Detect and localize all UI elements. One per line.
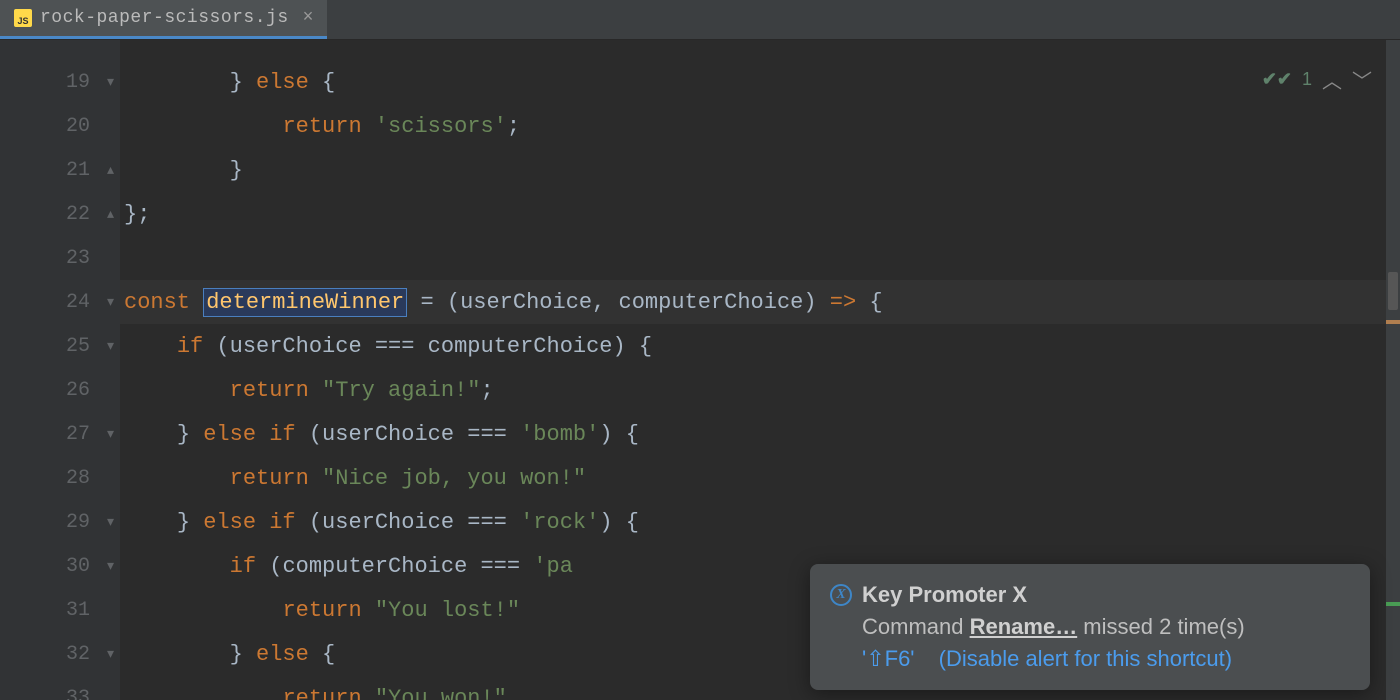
line-number: 21 [66, 159, 90, 182]
code-editor[interactable]: 19▾ 20 21▴ 22▴ 23 24▾ 25▾ 26 27▾ 28 29▾ … [0, 40, 1400, 700]
code-line[interactable]: if (userChoice === computerChoice) { [120, 324, 1400, 368]
code-line[interactable]: } else if (userChoice === 'rock') { [120, 500, 1400, 544]
inspection-check-icon: ✔✔ [1262, 69, 1292, 90]
line-number: 32 [66, 643, 90, 666]
fold-icon[interactable]: ▾ [107, 294, 114, 311]
file-tab[interactable]: JS rock-paper-scissors.js × [0, 0, 327, 39]
code-line-active[interactable]: const determineWinner = (userChoice, com… [120, 280, 1400, 324]
plugin-icon: X [830, 584, 852, 606]
line-number: 26 [66, 379, 90, 402]
line-number: 19 [66, 71, 90, 94]
close-tab-icon[interactable]: × [303, 8, 314, 28]
popup-message: Command Rename… missed 2 time(s) [862, 614, 1350, 640]
scroll-thumb[interactable] [1388, 272, 1398, 310]
code-line[interactable]: } [120, 148, 1400, 192]
code-line[interactable]: } else if (userChoice === 'bomb') { [120, 412, 1400, 456]
fold-icon[interactable]: ▴ [107, 162, 114, 179]
fold-icon[interactable]: ▾ [107, 646, 114, 663]
line-number: 33 [66, 687, 90, 700]
inspections-widget[interactable]: ✔✔ 1 ︿ ﹀ [1262, 65, 1372, 94]
line-number: 25 [66, 335, 90, 358]
disable-alert-link[interactable]: (Disable alert for this shortcut) [939, 646, 1232, 671]
command-name[interactable]: Rename… [970, 614, 1078, 639]
gutter: 19▾ 20 21▴ 22▴ 23 24▾ 25▾ 26 27▾ 28 29▾ … [0, 40, 120, 700]
line-number: 31 [66, 599, 90, 622]
inspection-count: 1 [1302, 69, 1312, 90]
popup-title: Key Promoter X [862, 582, 1027, 608]
fold-icon[interactable]: ▾ [107, 514, 114, 531]
line-number: 28 [66, 467, 90, 490]
js-file-icon: JS [14, 9, 32, 27]
line-number: 23 [66, 247, 90, 270]
next-highlight-icon[interactable]: ﹀ [1352, 65, 1372, 94]
scrollbar[interactable] [1386, 40, 1400, 700]
key-promoter-popup: X Key Promoter X Command Rename… missed … [810, 564, 1370, 690]
rename-selection[interactable]: determineWinner [203, 288, 407, 317]
code-line[interactable]: return "Try again!"; [120, 368, 1400, 412]
fold-icon[interactable]: ▾ [107, 558, 114, 575]
line-number: 22 [66, 203, 90, 226]
code-line[interactable]: }; [120, 192, 1400, 236]
line-number: 27 [66, 423, 90, 446]
code-line[interactable]: return "Nice job, you won!" [120, 456, 1400, 500]
error-stripe[interactable] [1386, 602, 1400, 606]
fold-icon[interactable]: ▾ [107, 426, 114, 443]
tab-bar: JS rock-paper-scissors.js × [0, 0, 1400, 40]
line-number: 24 [66, 291, 90, 314]
line-number: 29 [66, 511, 90, 534]
error-stripe[interactable] [1386, 320, 1400, 324]
line-number: 30 [66, 555, 90, 578]
code-line[interactable] [120, 236, 1400, 280]
line-number: 20 [66, 115, 90, 138]
shortcut-label: '⇧F6' [862, 646, 915, 671]
code-line[interactable]: } else { [120, 60, 1400, 104]
prev-highlight-icon[interactable]: ︿ [1322, 65, 1342, 94]
code-line[interactable]: return 'scissors'; [120, 104, 1400, 148]
fold-icon[interactable]: ▾ [107, 74, 114, 91]
tab-filename: rock-paper-scissors.js [40, 8, 289, 28]
fold-icon[interactable]: ▾ [107, 338, 114, 355]
fold-icon[interactable]: ▴ [107, 206, 114, 223]
